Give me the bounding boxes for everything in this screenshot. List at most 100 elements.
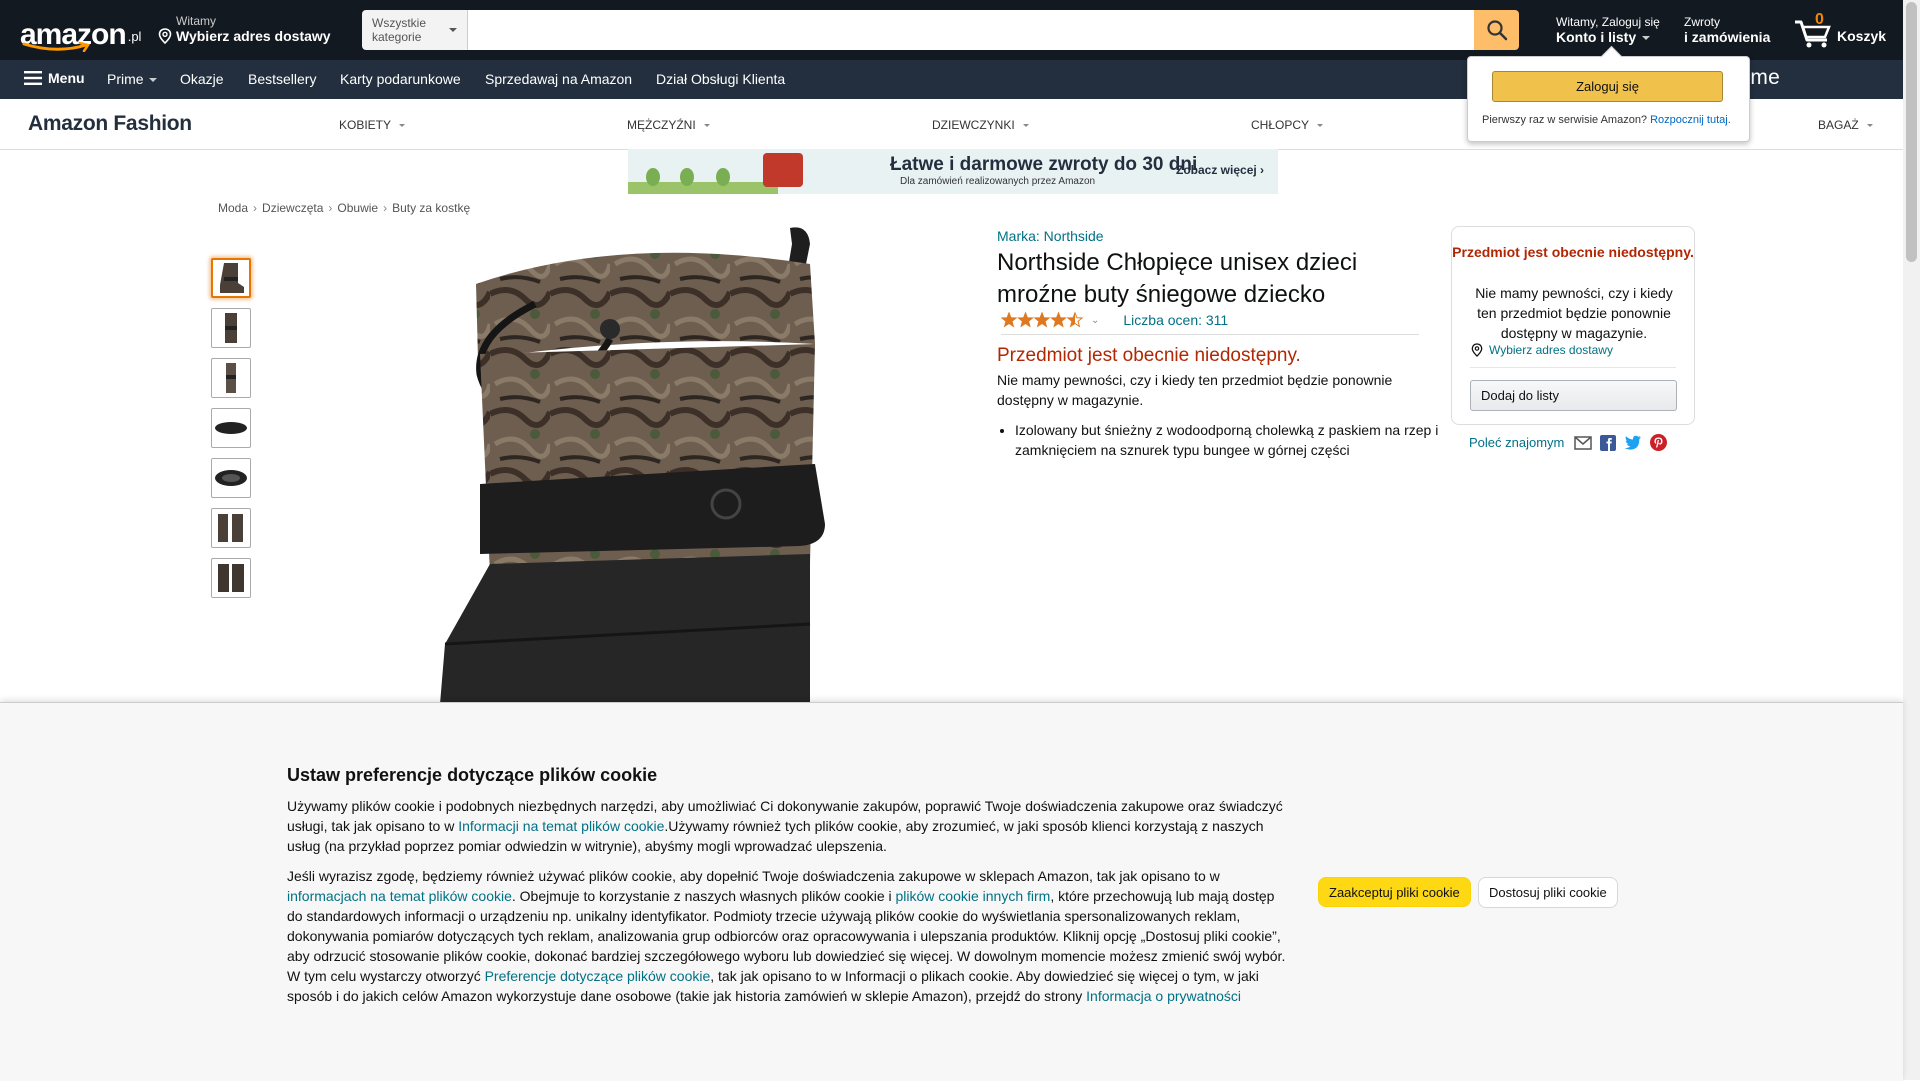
star-icon — [1017, 312, 1034, 328]
deliver-address: Wybierz adres dostawy — [176, 28, 331, 44]
breadcrumb-item[interactable]: Obuwie — [337, 201, 378, 215]
hamburger-icon — [24, 71, 42, 85]
buybox-availability-status: Przedmiot jest obecnie niedostępny. — [1452, 244, 1694, 260]
nav-sell[interactable]: Sprzedawaj na Amazon — [485, 71, 632, 87]
cart-icon — [1795, 20, 1831, 48]
facebook-icon[interactable] — [1600, 434, 1617, 451]
chevron-down-icon — [1866, 124, 1873, 128]
chevron-right-icon: › — [328, 201, 333, 215]
cookie-info-link[interactable]: informacjach na temat plików cookie — [287, 888, 512, 904]
nav-customer-service[interactable]: Dział Obsługi Klienta — [656, 71, 785, 87]
chevron-down-icon — [449, 28, 457, 32]
pinterest-icon[interactable] — [1650, 434, 1668, 451]
banner-subtext: Dla zamówień realizowanych przez Amazon — [900, 176, 1096, 187]
star-rating-icon — [1001, 312, 1083, 328]
boot-thumbnail-image — [226, 363, 236, 393]
breadcrumb-item[interactable]: Dziewczęta — [262, 201, 323, 215]
product-thumbnail[interactable] — [211, 508, 251, 548]
returns-banner[interactable]: Łatwe i darmowe zwroty do 30 dni Dla zam… — [628, 149, 1278, 194]
nav-prime-label: Prime — [107, 71, 144, 87]
privacy-notice-link[interactable]: Informacja o prywatności — [1086, 988, 1241, 1004]
rating-stars[interactable] — [1001, 312, 1083, 328]
snow-boot-image — [440, 227, 825, 704]
boot-thumbnail-image — [225, 313, 237, 343]
amazon-logo[interactable]: amazon .pl — [20, 10, 141, 52]
top-nav: amazon .pl Witamy Wybierz adres dostawy … — [0, 0, 1920, 60]
search-category-select[interactable]: Wszystkie kategorie — [362, 10, 468, 50]
email-icon[interactable] — [1574, 435, 1593, 450]
deliver-to[interactable]: Witamy Wybierz adres dostawy — [158, 14, 331, 44]
product-main-image[interactable] — [370, 224, 840, 704]
cookie-info-link[interactable]: Informacji na temat plików cookie — [458, 818, 664, 834]
chevron-down-icon[interactable]: ⌄ — [1091, 315, 1099, 326]
product-thumbnail[interactable] — [211, 558, 251, 598]
cookie-preferences-link[interactable]: Preferencje dotyczące plików cookie — [485, 968, 711, 984]
add-to-list-button[interactable]: Dodaj do listy — [1470, 380, 1677, 411]
search-input[interactable] — [468, 10, 1474, 50]
fashion-cat-boys[interactable]: CHŁOPCY — [1251, 118, 1324, 132]
nav-prime[interactable]: Prime — [107, 71, 157, 87]
buybox-deliver-to[interactable]: Wybierz adres dostawy — [1471, 343, 1613, 357]
signin-button[interactable]: Zaloguj się — [1492, 71, 1723, 102]
account-label: Konto i listy — [1556, 29, 1637, 45]
tree-icon — [646, 168, 660, 186]
product-thumbnail[interactable] — [211, 408, 251, 448]
twitter-icon[interactable] — [1624, 435, 1642, 450]
product-thumbnail[interactable] — [211, 358, 251, 398]
breadcrumb: Moda › Dziewczęta › Obuwie › Buty za kostkę — [218, 201, 470, 215]
delivery-van-icon — [763, 153, 803, 187]
returns-orders[interactable]: Zwroty i zamówienia — [1684, 15, 1770, 45]
cart-count: 0 — [1815, 11, 1824, 28]
fashion-cat-women[interactable]: KOBIETY — [339, 118, 406, 132]
product-thumbnail[interactable] — [211, 308, 251, 348]
share-link[interactable]: Poleć znajomym — [1469, 435, 1564, 450]
accept-cookies-button[interactable]: Zaakceptuj pliki cookie — [1318, 877, 1471, 907]
scrollbar-thumb[interactable] — [1906, 2, 1917, 262]
logo-smile-icon — [22, 42, 91, 52]
new-customer-text: Pierwszy raz w serwisie Amazon? Rozpoczni… — [1482, 114, 1731, 126]
customize-cookies-button[interactable]: Dostosuj pliki cookie — [1478, 877, 1618, 908]
account-lists[interactable]: Witamy, Zaloguj się Konto i listy — [1556, 15, 1660, 45]
fashion-cat-luggage[interactable]: BAGAŻ — [1818, 118, 1873, 132]
product-thumbnail[interactable] — [211, 458, 251, 498]
fashion-title[interactable]: Amazon Fashion — [28, 112, 192, 136]
chevron-down-icon — [1022, 124, 1029, 128]
banner-more-link[interactable]: Zobacz więcej › — [1176, 163, 1264, 177]
cookie-text: . Obejmuje to korzystanie z naszych włas… — [511, 888, 896, 904]
boot-top-thumbnail-image — [215, 470, 247, 486]
menu-button[interactable]: Menu — [24, 70, 85, 86]
feature-bullets: Izolowany but śnieżny z wodoodporną chol… — [997, 420, 1445, 460]
star-icon — [1001, 312, 1018, 328]
fashion-cat-girls[interactable]: DZIEWCZYNKI — [932, 118, 1029, 132]
new-customer-label: Pierwszy raz w serwisie Amazon? — [1482, 114, 1648, 126]
start-here-link[interactable]: Rozpocznij tutaj. — [1650, 114, 1731, 126]
cookie-consent-panel: Ustaw preferencje dotyczące plików cooki… — [0, 702, 1903, 1081]
chevron-right-icon: › — [383, 201, 388, 215]
third-party-cookies-link[interactable]: plików cookie innych firm — [896, 888, 1051, 904]
fashion-cat-men[interactable]: MĘŻCZYŹNI — [627, 118, 710, 132]
cookie-title: Ustaw preferencje dotyczące plików cooki… — [287, 765, 658, 785]
brand-link[interactable]: Marka: Northside — [997, 228, 1104, 244]
product-thumbnail[interactable] — [211, 258, 251, 298]
boot-thumbnail-image — [220, 263, 244, 293]
nav-bestsellers[interactable]: Bestsellery — [248, 71, 316, 87]
cart-label: Koszyk — [1837, 28, 1887, 44]
search-category-label: Wszystkie kategorie — [372, 16, 426, 44]
rating-count-link[interactable]: Liczba ocen: 311 — [1123, 312, 1228, 328]
share-row: Poleć znajomym — [1469, 434, 1675, 451]
cookie-paragraph: Jeśli wyrazisz zgodę, będziemy również u… — [287, 866, 1287, 1006]
buybox-address-link[interactable]: Wybierz adres dostawy — [1489, 343, 1613, 357]
breadcrumb-item[interactable]: Buty za kostkę — [392, 201, 470, 215]
boot-pair-thumbnail-image — [218, 564, 244, 592]
search-button[interactable] — [1474, 10, 1519, 50]
rating-row: ⌄ Liczba ocen: 311 — [1001, 310, 1419, 335]
product-title: Northside Chłopięce unisex dzieci mroźne… — [997, 249, 1358, 308]
breadcrumb-item[interactable]: Moda — [218, 201, 248, 215]
returns-label: Zwroty — [1684, 15, 1720, 29]
nav-gift-cards[interactable]: Karty podarunkowe — [340, 71, 461, 87]
deliver-greeting: Witamy — [176, 14, 216, 28]
cart-button[interactable]: 0 Koszyk — [1793, 11, 1887, 48]
page-scrollbar[interactable] — [1903, 0, 1920, 1080]
star-icon — [1066, 312, 1083, 328]
nav-deals[interactable]: Okazje — [180, 71, 224, 87]
